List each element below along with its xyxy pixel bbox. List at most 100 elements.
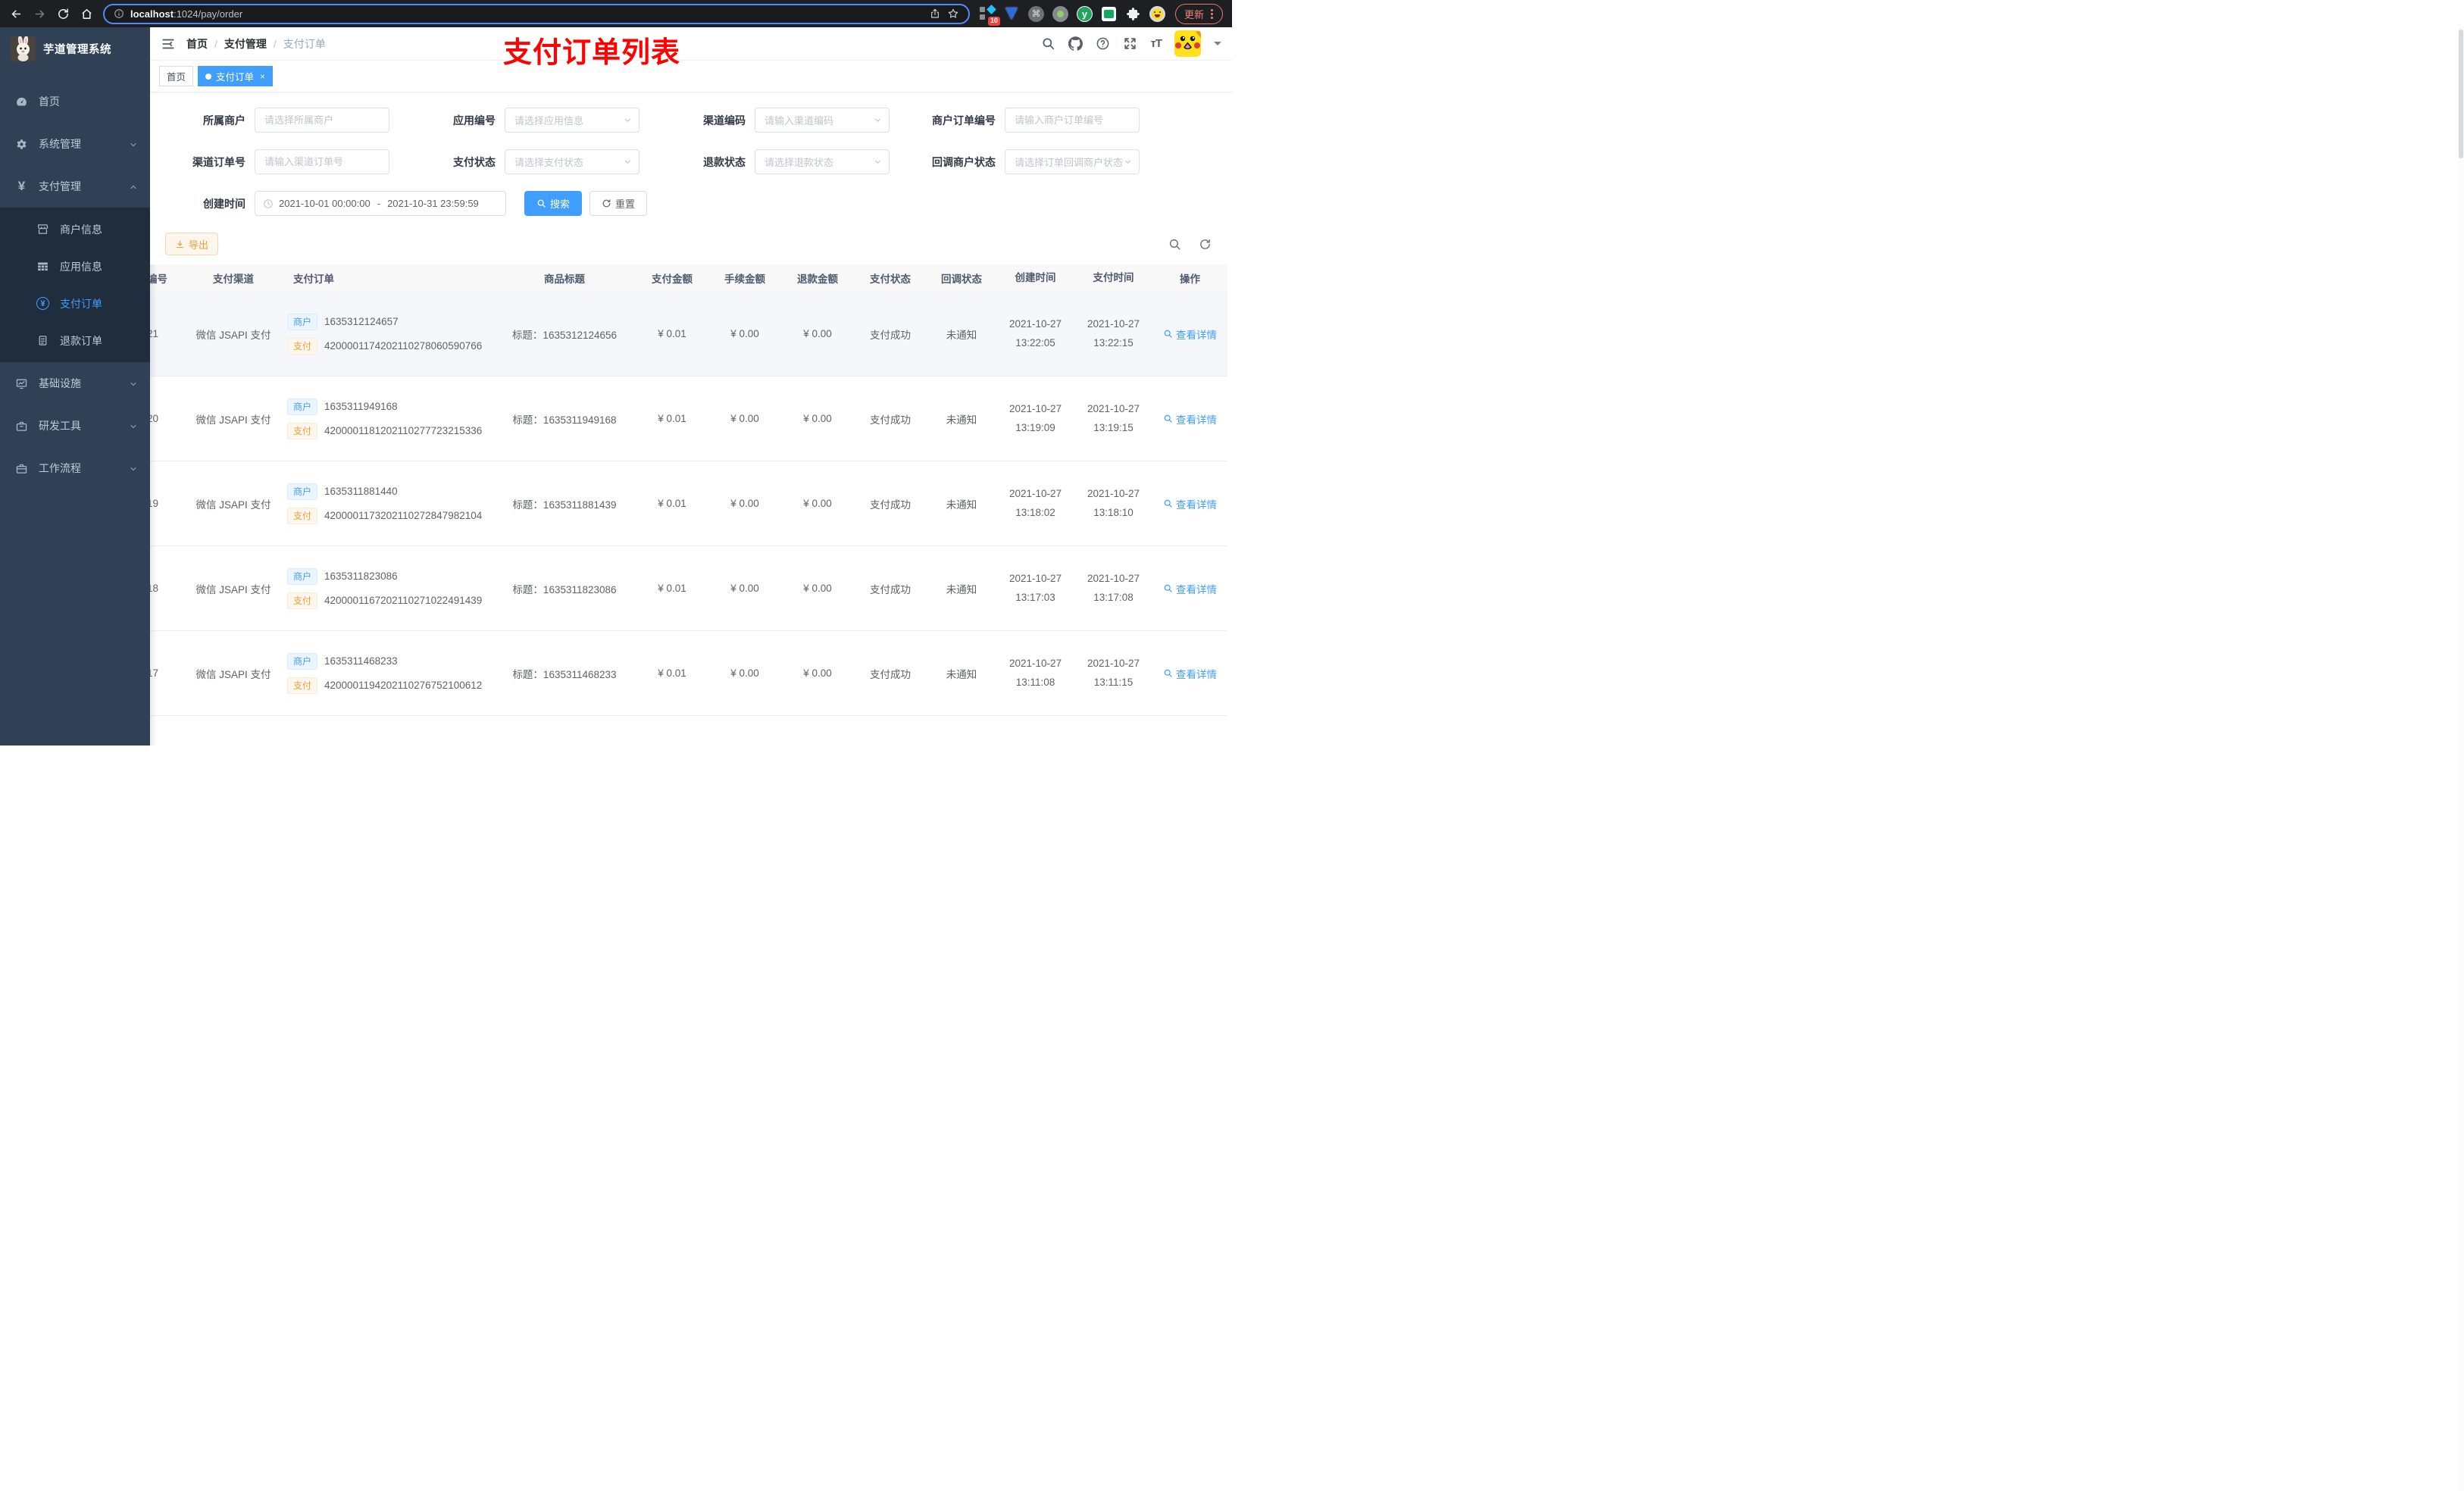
extension-badge-icon[interactable]: 10	[979, 4, 1000, 26]
breadcrumb-home[interactable]: 首页	[186, 36, 208, 52]
table-row[interactable]: 17 微信 JSAPI 支付 商户 1635311468233 支付 4200001194…	[150, 631, 1227, 716]
page-content: 所属商户 应用编号 请选择应用信息 渠道编码 请输入渠道编码 商户订单编号	[150, 92, 1232, 746]
extension-emoji-icon[interactable]	[1149, 5, 1165, 22]
table-row[interactable]: 16商户1635311251726	[150, 716, 1227, 746]
app-select[interactable]: 请选择应用信息	[505, 108, 639, 133]
font-size-icon[interactable]: тT	[1150, 37, 1162, 50]
time-line: 13:19:09	[1015, 421, 1055, 433]
merchant-order-no: 1635311468233	[324, 655, 398, 667]
avatar[interactable]	[1174, 30, 1201, 57]
collapse-sidebar-icon[interactable]	[161, 36, 176, 52]
page-scrollbar[interactable]	[2458, 27, 2464, 1491]
avatar-caret-icon[interactable]	[1214, 42, 1221, 49]
browser-back-button[interactable]	[9, 7, 23, 20]
tab-pay-order[interactable]: 支付订单 ×	[198, 66, 274, 86]
refresh-icon[interactable]	[1196, 235, 1214, 253]
extension-command-icon[interactable]: ⌘	[1027, 5, 1044, 22]
table-row[interactable]: 20 微信 JSAPI 支付 商户 1635311949168 支付 4200001181…	[150, 377, 1227, 461]
show-search-icon[interactable]	[1165, 235, 1184, 253]
merchant-input[interactable]	[255, 108, 389, 133]
pay-channel-cell: 微信 JSAPI 支付	[195, 329, 271, 341]
extension-chat-icon[interactable]	[1101, 6, 1117, 22]
view-detail-link[interactable]: 查看详情	[1163, 496, 1217, 511]
sidebar-item-app-info[interactable]: 应用信息	[0, 248, 150, 285]
browser-home-button[interactable]	[80, 7, 93, 20]
github-icon[interactable]	[1068, 36, 1083, 51]
table-row[interactable]: 18 微信 JSAPI 支付 商户 1635311823086 支付 4200001167…	[150, 546, 1227, 631]
fee-amount-cell: ¥ 0.00	[730, 583, 759, 594]
bookmark-star-icon[interactable]	[947, 8, 959, 20]
reset-button[interactable]: 重置	[589, 191, 648, 216]
close-tab-icon[interactable]: ×	[260, 71, 265, 82]
sidebar-item-refund-order[interactable]: 退款订单	[0, 322, 150, 359]
tab-home[interactable]: 首页	[159, 66, 194, 86]
create-time-range-picker[interactable]: 2021-10-01 00:00:00 - 2021-10-31 23:59:5…	[255, 191, 506, 216]
merchant-order-no-input[interactable]	[1005, 108, 1140, 133]
sidebar-item-merchant-info[interactable]: 商户信息	[0, 211, 150, 248]
breadcrumb-pay-manage[interactable]: 支付管理	[224, 36, 267, 52]
action-cell: 查看详情	[1152, 411, 1227, 427]
refund-status-select[interactable]: 请选择退款状态	[755, 149, 890, 174]
created-time-cell: 2021-10-27 13:11:08	[996, 655, 1074, 692]
created-time-cell: 2021-10-27 13:19:09	[996, 400, 1074, 438]
sidebar-item-infra[interactable]: 基础设施	[0, 362, 150, 405]
date-separator: -	[377, 198, 381, 209]
action-cell: 查看详情	[1152, 327, 1227, 342]
table-row[interactable]: 19 微信 JSAPI 支付 商户 1635311881440 支付 4200001173…	[150, 461, 1227, 546]
sidebar-item-dev-tools[interactable]: 研发工具	[0, 405, 150, 447]
view-detail-link[interactable]: 查看详情	[1163, 581, 1217, 596]
sidebar-item-label: 基础设施	[39, 377, 81, 389]
view-detail-link[interactable]: 查看详情	[1163, 411, 1217, 427]
column-header: 编号	[150, 274, 167, 285]
time-line: 13:19:15	[1093, 421, 1134, 433]
paid-time-cell: 2021-10-27 13:11:15	[1074, 655, 1152, 692]
scrollbar-thumb[interactable]	[2459, 30, 2463, 158]
extension-recorder-icon[interactable]	[1052, 5, 1068, 22]
pay-order-line: 支付 4200001181202110277723215336	[287, 422, 493, 439]
export-button[interactable]: 导出	[165, 233, 219, 255]
view-detail-link[interactable]: 查看详情	[1163, 666, 1217, 681]
sidebar-item-workflow[interactable]: 工作流程	[0, 447, 150, 489]
notify-status-select[interactable]: 请选择订单回调商户状态	[1005, 149, 1140, 174]
sidebar-item-label: 首页	[39, 95, 60, 108]
help-icon[interactable]	[1096, 36, 1110, 51]
app-title: 芋道管理系统	[43, 43, 111, 56]
sidebar-item-home[interactable]: 首页	[0, 80, 150, 123]
sidebar-item-pay[interactable]: ¥ 支付管理	[0, 165, 150, 208]
pay-tag: 支付	[287, 507, 318, 524]
filter-app: 应用编号 请选择应用信息	[415, 108, 665, 133]
extension-kite-icon[interactable]	[1004, 6, 1020, 22]
browser-update-button[interactable]: 更新	[1174, 3, 1223, 24]
channel-code-select[interactable]: 请输入渠道编码	[755, 108, 890, 133]
order-id-cell: 19	[150, 498, 159, 509]
extension-y-icon[interactable]: y	[1076, 5, 1093, 22]
search-button[interactable]: 搜索	[524, 191, 583, 216]
filter-channel-order-no: 渠道订单号	[165, 149, 415, 174]
date-line: 2021-10-27	[1008, 487, 1062, 499]
share-icon[interactable]	[929, 8, 941, 20]
browser-menu-icon[interactable]	[1211, 12, 1213, 15]
search-icon[interactable]	[1041, 36, 1055, 51]
pay-amount-cell: ¥ 0.01	[658, 413, 686, 424]
browser-forward-button[interactable]	[33, 7, 46, 20]
extensions-puzzle-icon[interactable]	[1125, 6, 1141, 22]
browser-reload-button[interactable]	[56, 7, 70, 20]
table-row[interactable]: 21 微信 JSAPI 支付 商户 1635312124657 支付 4200001174…	[150, 292, 1227, 377]
view-detail-link[interactable]: 查看详情	[1163, 327, 1217, 342]
table-tools	[1165, 235, 1214, 253]
pay-status-select[interactable]: 请选择支付状态	[505, 149, 639, 174]
channel-order-no-input[interactable]	[255, 149, 389, 174]
sidebar-item-pay-order[interactable]: ¥ 支付订单	[0, 285, 150, 322]
fullscreen-icon[interactable]	[1123, 36, 1137, 51]
chevron-down-icon	[129, 464, 138, 473]
pay-order-cell: 商户 1635311949168 支付 42000011812021102777232…	[287, 391, 493, 447]
app-logo[interactable]: 芋道管理系统	[0, 27, 150, 70]
column-header: 操作	[1180, 274, 1200, 285]
pay-amount-cell: ¥ 0.01	[658, 328, 686, 339]
date-start: 2021-10-01 00:00:00	[279, 198, 371, 209]
address-bar[interactable]: localhost:1024/pay/order	[103, 3, 970, 24]
site-info-icon[interactable]	[114, 8, 124, 19]
filter-label: 支付状态	[453, 155, 496, 168]
sidebar-item-system[interactable]: 系统管理	[0, 123, 150, 165]
breadcrumb-separator: /	[273, 37, 277, 50]
